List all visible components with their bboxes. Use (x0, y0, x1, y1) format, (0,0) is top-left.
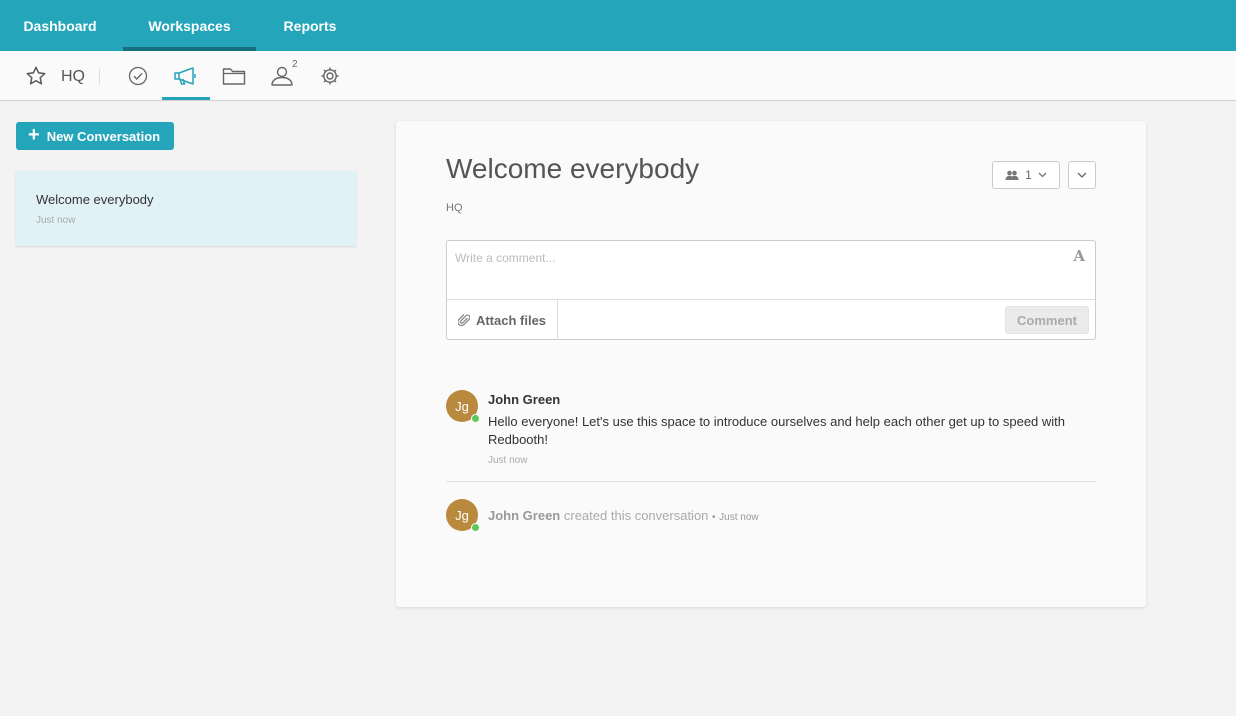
avatar[interactable]: Jg (446, 499, 480, 532)
conversation-options-button[interactable] (1068, 161, 1096, 189)
top-navigation: Dashboard Workspaces Reports (0, 0, 1236, 51)
avatar-initials: Jg (455, 507, 469, 523)
activity-author[interactable]: John Green (488, 508, 560, 523)
comment-composer: A Attach files Comment (446, 240, 1096, 340)
conversation-list-time: Just now (36, 215, 76, 226)
conversation-members-button[interactable]: 1 (992, 161, 1060, 189)
text-format-icon[interactable]: A (1073, 247, 1085, 265)
conversations-button[interactable] (162, 51, 210, 100)
comment-toolbar: Attach files Comment (447, 299, 1095, 340)
workspace-name[interactable]: HQ (61, 68, 85, 86)
activity-action: created this conversation (563, 508, 709, 523)
tasks-button[interactable] (126, 51, 150, 100)
comment-input[interactable] (447, 241, 1067, 299)
new-conversation-button[interactable]: + New Conversation (16, 122, 174, 150)
files-button[interactable] (221, 51, 247, 100)
active-tool-indicator (162, 97, 210, 100)
members-count: 1 (1025, 168, 1032, 182)
folder-icon (222, 67, 246, 85)
star-icon (26, 66, 46, 85)
tab-dashboard[interactable]: Dashboard (0, 0, 120, 51)
paperclip-icon (457, 313, 470, 326)
message-body: Hello everyone! Let's use this space to … (488, 414, 1066, 447)
tab-reports[interactable]: Reports (256, 0, 364, 51)
message-time: Just now (488, 455, 528, 466)
comment-submit-button[interactable]: Comment (1005, 306, 1089, 334)
people-icon (1005, 170, 1019, 180)
toolbar-divider (99, 69, 100, 85)
plus-icon: + (28, 124, 40, 146)
chevron-down-icon (1077, 172, 1087, 178)
attach-files-button[interactable]: Attach files (447, 300, 558, 340)
conversation-title: Welcome everybody (446, 153, 700, 184)
conversation-panel: Welcome everybody HQ 1 A Attach files (396, 121, 1146, 607)
avatar[interactable]: Jg (446, 390, 480, 423)
tasks-check-icon (128, 66, 148, 85)
conversation-list-item[interactable]: Welcome everybody Just now (16, 171, 356, 246)
online-status-dot (471, 523, 480, 532)
megaphone-icon (174, 66, 196, 85)
settings-button[interactable] (318, 51, 342, 100)
favorite-star-button[interactable] (24, 51, 48, 100)
tab-workspaces[interactable]: Workspaces (123, 0, 256, 51)
activity-separator: • (712, 512, 716, 523)
activity-entry: John Green created this conversation • J… (488, 508, 759, 523)
workspace-toolbar: HQ 2 (0, 51, 1236, 101)
chevron-down-icon (1038, 172, 1047, 178)
attach-files-label: Attach files (475, 312, 547, 328)
members-count-badge: 2 (292, 59, 298, 70)
message-divider (446, 481, 1096, 482)
conversation-workspace[interactable]: HQ (446, 202, 463, 214)
avatar-initials: Jg (455, 398, 469, 414)
conversation-list-title: Welcome everybody (36, 192, 154, 207)
gear-icon (321, 67, 339, 84)
message-author[interactable]: John Green (488, 392, 560, 407)
online-status-dot (471, 414, 480, 423)
activity-time: Just now (719, 512, 759, 523)
new-conversation-label: New Conversation (46, 128, 161, 144)
